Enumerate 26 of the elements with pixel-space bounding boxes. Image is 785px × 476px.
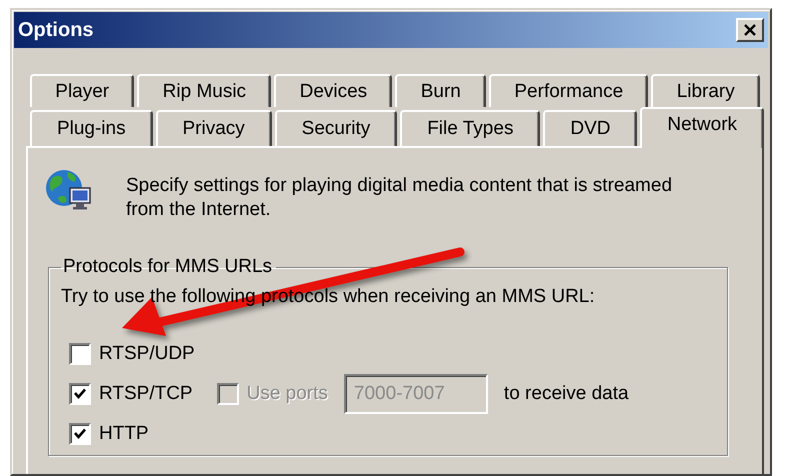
checkmark-icon: [73, 427, 87, 441]
tab[interactable]: Privacy: [156, 110, 272, 146]
checkbox-label[interactable]: RTSP/TCP: [99, 383, 193, 405]
tab[interactable]: Network: [640, 107, 764, 148]
field-suffix-label: to receive data: [504, 383, 629, 405]
checkmark-icon: [73, 387, 87, 401]
tab[interactable]: DVD: [543, 110, 638, 146]
description-text: Specify settings for playing digital media content that is streamed from the Internet.: [126, 174, 674, 222]
tab[interactable]: Library: [651, 74, 760, 107]
checkbox[interactable]: [69, 383, 91, 405]
checkbox[interactable]: [69, 343, 91, 365]
group-title: Protocols for MMS URLs: [62, 256, 274, 278]
checkbox[interactable]: [69, 423, 91, 445]
tab[interactable]: Performance: [489, 74, 648, 107]
close-icon: [743, 24, 757, 36]
tab[interactable]: File Types: [400, 110, 540, 146]
tab[interactable]: Player: [30, 74, 134, 107]
tab[interactable]: Devices: [274, 74, 392, 107]
tab[interactable]: Security: [274, 110, 398, 146]
tab[interactable]: Plug-ins: [30, 110, 153, 146]
checkbox-label[interactable]: RTSP/UDP: [99, 343, 195, 365]
close-button[interactable]: [736, 18, 764, 42]
checkbox-label[interactable]: HTTP: [99, 423, 149, 445]
window-title: Options: [18, 18, 94, 42]
tab[interactable]: Burn: [395, 74, 486, 107]
tab[interactable]: Rip Music: [137, 74, 272, 107]
